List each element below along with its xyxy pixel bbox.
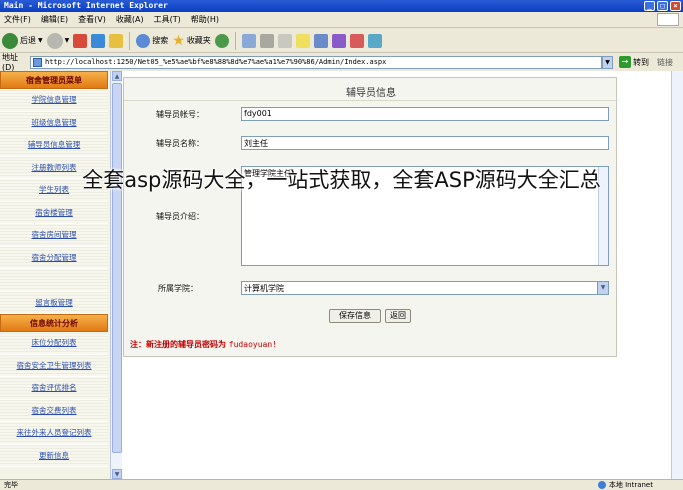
research-icon[interactable] bbox=[331, 33, 346, 48]
menu-tools[interactable]: 工具(T) bbox=[154, 14, 181, 25]
mail-icon[interactable] bbox=[241, 33, 256, 48]
address-label: 地址(D) bbox=[2, 53, 18, 72]
address-input[interactable]: http://localhost:1250/Net05_%e5%ae%bf%e8… bbox=[30, 55, 602, 69]
sidebar-item[interactable]: 宿舍分配管理 bbox=[0, 246, 108, 269]
minimize-button[interactable]: _ bbox=[644, 1, 655, 11]
back-button[interactable]: 返回 bbox=[385, 309, 411, 323]
address-url: http://localhost:1250/Net05_%e5%ae%bf%e8… bbox=[45, 57, 387, 66]
forward-button[interactable]: ▼ bbox=[46, 32, 70, 49]
sidebar-item[interactable]: 宿舍评优排名 bbox=[0, 377, 108, 400]
search-label: 搜索 bbox=[152, 36, 169, 45]
name-label: 辅导员名称： bbox=[156, 139, 204, 148]
zone-text: 本地 Intranet bbox=[608, 481, 653, 489]
window-title-bar: Main - Microsoft Internet Explorer _ □ × bbox=[0, 0, 683, 12]
go-button[interactable]: → 转到 bbox=[619, 56, 649, 68]
globe-icon bbox=[597, 481, 606, 489]
save-button[interactable]: 保存信息 bbox=[329, 309, 381, 323]
edit-icon[interactable] bbox=[277, 33, 292, 48]
chevron-down-icon: ▼ bbox=[64, 37, 70, 44]
intro-label: 辅导员介绍： bbox=[156, 212, 204, 221]
sidebar-scrollbar[interactable]: ▲ ▼ bbox=[110, 71, 122, 479]
menu-view[interactable]: 查看(V) bbox=[78, 14, 106, 25]
college-select[interactable]: 计算机学院 ▼ bbox=[241, 281, 609, 295]
sidebar-item[interactable]: 宿舍楼管理 bbox=[0, 201, 108, 224]
go-label: 转到 bbox=[633, 57, 649, 67]
sidebar-item[interactable]: 留言板管理 bbox=[0, 291, 108, 314]
menu-edit[interactable]: 编辑(E) bbox=[41, 14, 68, 25]
star-icon: ★ bbox=[172, 32, 185, 49]
note-text: 注：新注册的辅导员密码为 bbox=[130, 340, 226, 349]
address-bar: 地址(D) http://localhost:1250/Net05_%e5%ae… bbox=[0, 53, 683, 72]
scroll-up-icon[interactable]: ▲ bbox=[112, 71, 122, 81]
counselor-form-panel: 辅导员信息 辅导员帐号： fdy001 辅导员名称： 刘主任 辅导员介绍： 管理… bbox=[123, 77, 618, 357]
sidebar-item[interactable]: 床位分配列表 bbox=[0, 332, 108, 355]
sidebar-item[interactable]: 班级信息管理 bbox=[0, 111, 108, 134]
toolbar-separator bbox=[129, 31, 131, 50]
sidebar-header-statistics: 信息统计分析 bbox=[0, 314, 108, 332]
print-icon[interactable] bbox=[259, 33, 274, 48]
go-arrow-icon: → bbox=[619, 56, 631, 68]
sidebar-item[interactable]: 辅导员信息管理 bbox=[0, 134, 108, 157]
maximize-button[interactable]: □ bbox=[657, 1, 668, 11]
sidebar-item[interactable]: 学院信息管理 bbox=[0, 89, 108, 112]
page-icon bbox=[33, 57, 42, 67]
sidebar: 宿舍管理员菜单 学院信息管理 班级信息管理 辅导员信息管理 注册教师列表 学生列… bbox=[0, 71, 110, 479]
window-title: Main - Microsoft Internet Explorer bbox=[4, 1, 168, 10]
account-input[interactable]: fdy001 bbox=[241, 107, 609, 121]
links-label[interactable]: 链接 bbox=[657, 57, 673, 68]
sidebar-item[interactable] bbox=[0, 269, 108, 292]
sidebar-item[interactable]: 更新信息 bbox=[0, 444, 108, 467]
scrollbar-thumb[interactable] bbox=[112, 83, 122, 453]
password-note: 注：新注册的辅导员密码为 fudaoyuan! bbox=[130, 339, 277, 350]
menu-bar: 文件(F) 编辑(E) 查看(V) 收藏(A) 工具(T) 帮助(H) bbox=[0, 12, 683, 28]
search-button[interactable]: 搜索 bbox=[136, 33, 169, 48]
account-label: 辅导员帐号： bbox=[156, 110, 204, 119]
status-text: 完毕 bbox=[4, 481, 18, 489]
college-label: 所属学院： bbox=[158, 284, 198, 293]
default-password: fudaoyuan! bbox=[228, 340, 277, 349]
favorites-button[interactable]: ★ 收藏夹 bbox=[172, 33, 211, 49]
status-bar: 完毕 本地 Intranet bbox=[0, 479, 683, 490]
address-dropdown-button[interactable]: ▼ bbox=[602, 55, 613, 69]
messenger-icon[interactable] bbox=[313, 33, 328, 48]
note-icon[interactable] bbox=[295, 33, 310, 48]
page-content: 宿舍管理员菜单 学院信息管理 班级信息管理 辅导员信息管理 注册教师列表 学生列… bbox=[0, 71, 683, 479]
close-button[interactable]: × bbox=[670, 1, 681, 11]
windows-logo-icon bbox=[657, 13, 679, 26]
sidebar-item[interactable]: 宿舍房间管理 bbox=[0, 224, 108, 247]
favorites-label: 收藏夹 bbox=[186, 36, 211, 45]
tool-icon[interactable] bbox=[367, 33, 382, 48]
back-button[interactable]: 后退 ▼ bbox=[2, 32, 43, 49]
translate-icon[interactable] bbox=[349, 33, 364, 48]
search-icon bbox=[136, 33, 151, 48]
forward-arrow-icon bbox=[46, 32, 63, 49]
sidebar-item[interactable]: 来往外来人员登记列表 bbox=[0, 422, 108, 445]
toolbar: 后退 ▼ ▼ 搜索 ★ 收藏夹 bbox=[0, 29, 683, 53]
sidebar-item[interactable]: 宿舍安全卫生管理列表 bbox=[0, 354, 108, 377]
history-icon[interactable] bbox=[214, 33, 229, 48]
menu-file[interactable]: 文件(F) bbox=[4, 14, 31, 25]
toolbar-separator bbox=[234, 31, 236, 50]
form-title: 辅导员信息 bbox=[346, 88, 396, 99]
chevron-down-icon: ▼ bbox=[38, 37, 43, 44]
stop-icon[interactable] bbox=[73, 33, 88, 48]
refresh-icon[interactable] bbox=[91, 33, 106, 48]
menu-favorites[interactable]: 收藏(A) bbox=[116, 14, 144, 25]
scroll-down-icon[interactable]: ▼ bbox=[112, 469, 122, 479]
overlay-caption: 全套asp源码大全，一站式获取，全套ASP源码大全汇总 bbox=[82, 168, 601, 192]
back-label: 后退 bbox=[20, 36, 36, 45]
security-zone: 本地 Intranet bbox=[597, 480, 653, 490]
menu-help[interactable]: 帮助(H) bbox=[191, 14, 219, 25]
sidebar-item[interactable]: 宿舍交费列表 bbox=[0, 399, 108, 422]
back-arrow-icon bbox=[2, 32, 18, 49]
sidebar-header-admin-menu: 宿舍管理员菜单 bbox=[0, 71, 108, 89]
chevron-down-icon[interactable]: ▼ bbox=[597, 282, 608, 294]
main-scrollbar[interactable] bbox=[671, 71, 683, 479]
home-icon[interactable] bbox=[109, 33, 124, 48]
divider bbox=[124, 100, 618, 101]
name-input[interactable]: 刘主任 bbox=[241, 136, 609, 150]
college-selected: 计算机学院 bbox=[244, 284, 284, 293]
